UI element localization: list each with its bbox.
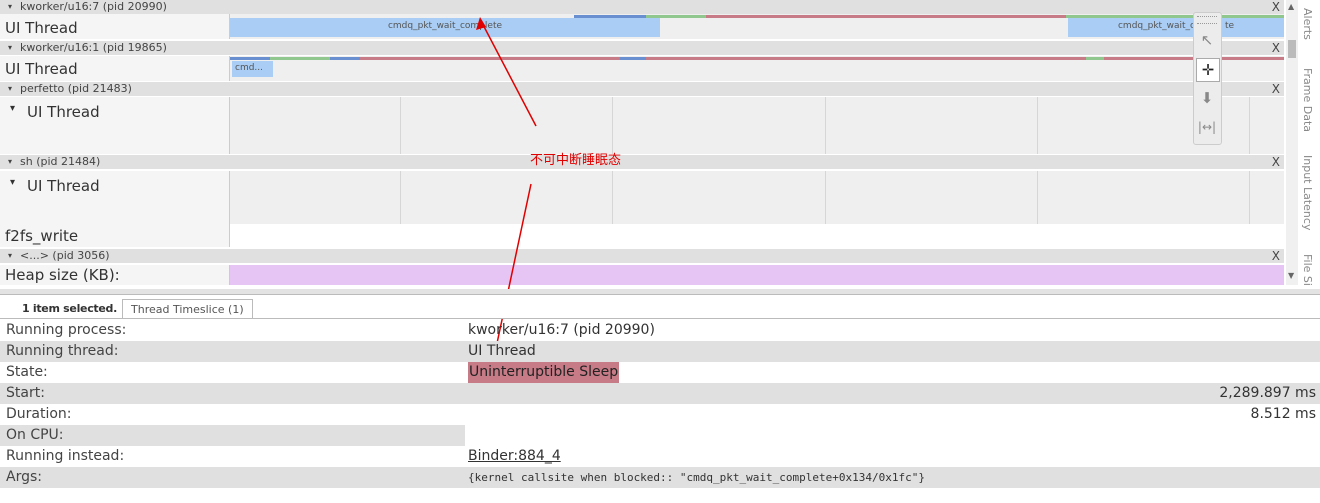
detail-row: Start: 2,289.897 ms	[0, 383, 1320, 404]
details-tab-bar: 1 item selected. Thread Timeslice (1)	[0, 295, 1320, 319]
detail-row: State: Uninterruptible Sleep	[0, 362, 1320, 383]
running-instead-link[interactable]: Binder:884_4	[468, 446, 561, 467]
detail-row: On CPU:	[0, 425, 1320, 446]
detail-label: Start:	[6, 385, 45, 401]
detail-row: Running instead: Binder:884_4	[0, 446, 1320, 467]
annotation-text: 不可中断睡眠态	[530, 153, 622, 168]
row-shade	[0, 425, 465, 446]
detail-label: Duration:	[6, 406, 72, 422]
detail-label: Args:	[6, 469, 42, 485]
detail-label: Running thread:	[6, 343, 119, 359]
detail-row: Duration: 8.512 ms	[0, 404, 1320, 425]
running-process-value: kworker/u16:7 (pid 20990)	[468, 322, 655, 338]
tab-underline	[0, 318, 1320, 319]
tab-selection[interactable]: 1 item selected.	[14, 299, 125, 318]
state-value: Uninterruptible Sleep	[468, 362, 620, 383]
running-thread-value: UI Thread	[468, 343, 536, 359]
args-value: {kernel callsite when blocked:: "cmdq_pk…	[468, 471, 925, 484]
detail-label: On CPU:	[6, 427, 64, 443]
detail-row: Args: {kernel callsite when blocked:: "c…	[0, 467, 1320, 488]
start-value: 2,289.897 ms	[1219, 385, 1316, 401]
duration-value: 8.512 ms	[1250, 406, 1316, 422]
tab-thread-timeslice[interactable]: Thread Timeslice (1)	[122, 299, 253, 319]
detail-row: Running thread: UI Thread	[0, 341, 1320, 362]
detail-row: Running process: kworker/u16:7 (pid 2099…	[0, 320, 1320, 341]
detail-label: State:	[6, 364, 48, 380]
detail-label: Running instead:	[6, 448, 125, 464]
detail-label: Running process:	[6, 322, 127, 338]
annotation-arrow-line	[479, 18, 537, 127]
